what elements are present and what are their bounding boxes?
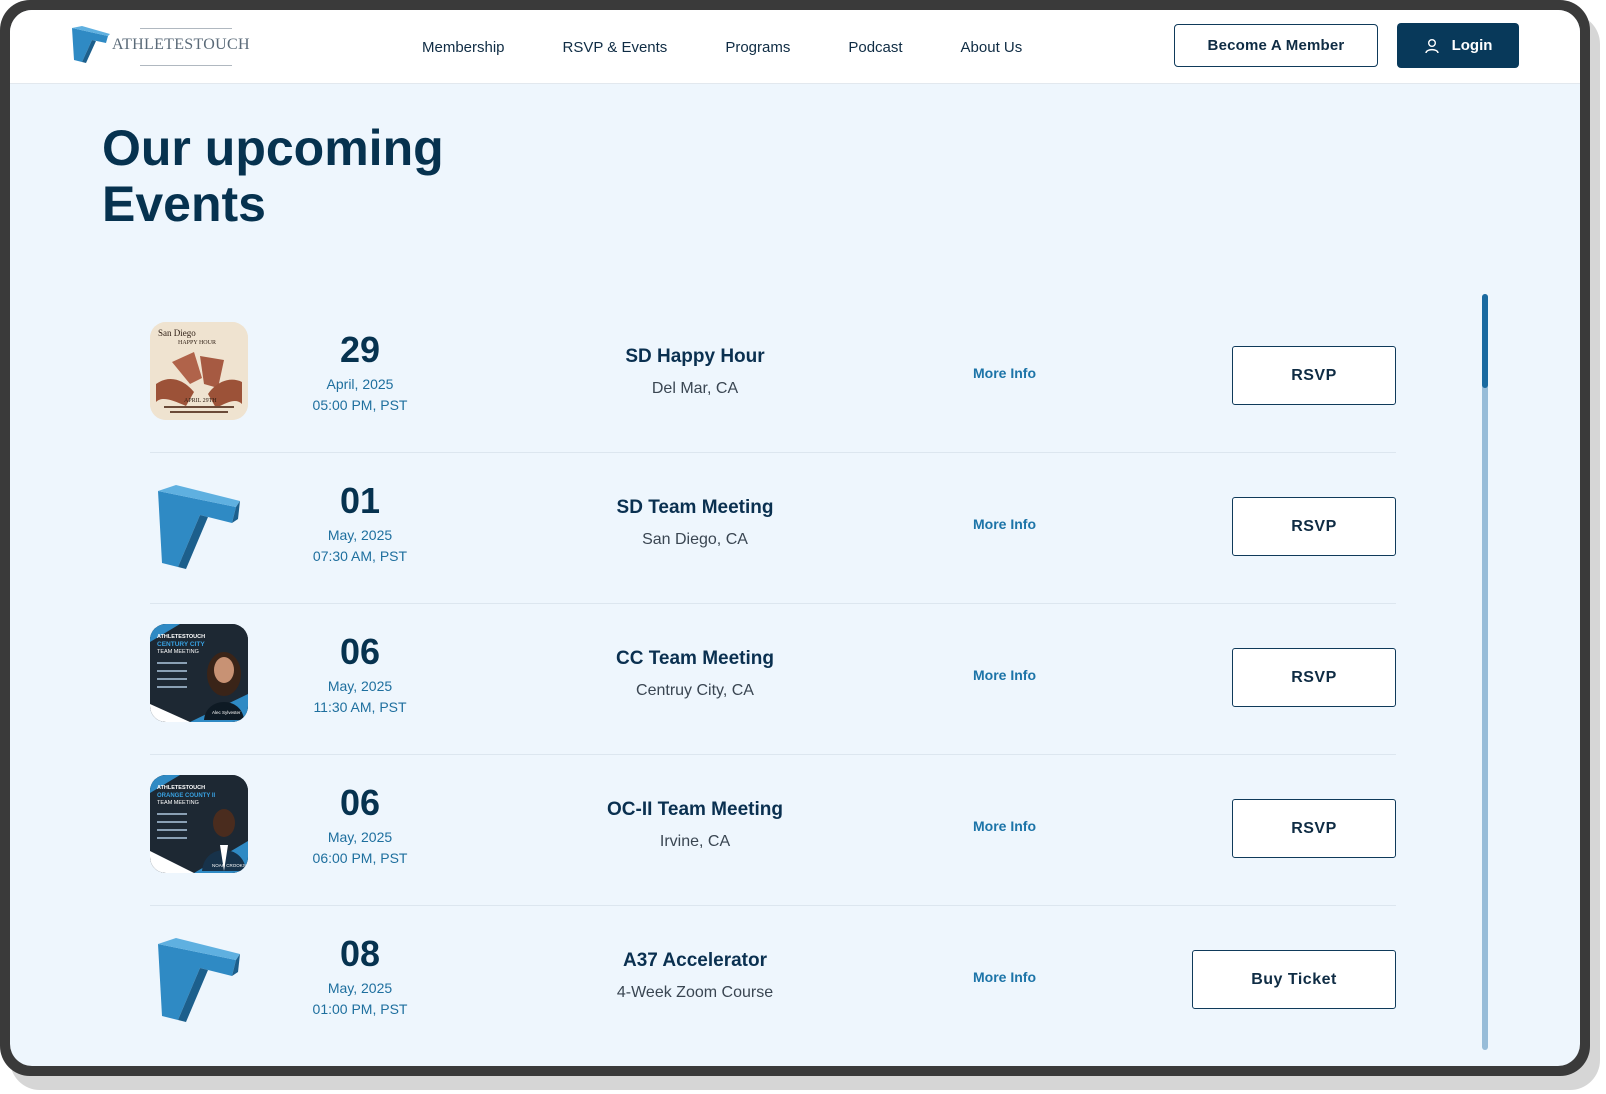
login-label: Login xyxy=(1451,37,1493,54)
event-time: 07:30 AM, PST xyxy=(312,548,408,564)
more-info-link[interactable]: More Info xyxy=(973,969,1036,985)
event-poster-image[interactable] xyxy=(150,473,248,571)
event-date: 29 April, 2025 05:00 PM, PST xyxy=(295,330,425,416)
event-info: SD Team Meeting San Diego, CA xyxy=(550,495,840,551)
event-info: CC Team Meeting Centruy City, CA xyxy=(550,646,840,702)
team-meeting-poster-icon: ATHLETESTOUCH ORANGE COUNTY II TEAM MEET… xyxy=(150,775,248,873)
event-location: Irvine, CA xyxy=(659,833,731,850)
event-title: OC-II Team Meeting xyxy=(607,799,783,820)
scrollbar-thumb[interactable] xyxy=(1482,294,1488,388)
event-row: 08 May, 2025 01:00 PM, PST A37 Accelerat… xyxy=(150,906,1396,1057)
page-title-line-2: Events xyxy=(102,176,266,232)
more-info-link[interactable]: More Info xyxy=(973,818,1036,834)
brand-logo[interactable]: AthletesTouch xyxy=(70,24,250,68)
event-day: 29 xyxy=(339,329,381,370)
user-icon xyxy=(1424,38,1439,53)
event-poster-image[interactable]: ATHLETESTOUCH ORANGE COUNTY II TEAM MEET… xyxy=(150,775,248,873)
poster-brand-text: ATHLETESTOUCH xyxy=(157,634,205,640)
event-day: 01 xyxy=(339,480,381,521)
more-info-link[interactable]: More Info xyxy=(973,516,1036,532)
event-row: ATHLETESTOUCH ORANGE COUNTY II TEAM MEET… xyxy=(150,755,1396,906)
event-date: 08 May, 2025 01:00 PM, PST xyxy=(295,934,425,1020)
rsvp-button[interactable]: RSVP xyxy=(1232,648,1396,707)
nav-programs[interactable]: Programs xyxy=(725,39,790,56)
rsvp-button[interactable]: RSVP xyxy=(1232,497,1396,556)
athletestouch-logo-icon xyxy=(158,938,240,1022)
become-member-button[interactable]: Become A Member xyxy=(1174,24,1378,67)
more-info-link[interactable]: More Info xyxy=(973,365,1036,381)
event-location: Del Mar, CA xyxy=(651,380,739,397)
page-title: Our upcoming Events xyxy=(102,120,622,232)
logo-rule-bottom xyxy=(140,65,232,66)
event-month: April, 2025 xyxy=(326,376,394,392)
poster-host-text: NOAH CROOKS xyxy=(212,863,246,868)
event-title: SD Happy Hour xyxy=(625,346,765,367)
athletestouch-logo-icon xyxy=(72,26,110,63)
more-info-link[interactable]: More Info xyxy=(973,667,1036,683)
poster-kind-text: TEAM MEETING xyxy=(157,800,199,806)
event-day: 06 xyxy=(339,782,381,823)
event-row: ATHLETESTOUCH CENTURY CITY TEAM MEETING … xyxy=(150,604,1396,755)
happy-hour-poster-icon: San Diego HAPPY HOUR APRIL 29TH xyxy=(150,322,248,420)
screen: AthletesTouch Membership RSVP & Events P… xyxy=(10,10,1580,1066)
event-month: May, 2025 xyxy=(327,829,393,845)
event-poster-image[interactable] xyxy=(150,926,248,1024)
event-title: CC Team Meeting xyxy=(615,648,774,669)
event-day: 06 xyxy=(339,631,381,672)
event-time: 11:30 AM, PST xyxy=(313,699,407,715)
event-time: 01:00 PM, PST xyxy=(312,1001,408,1017)
poster-date-text: APRIL 29TH xyxy=(184,398,217,404)
poster-region-text: ORANGE COUNTY II xyxy=(157,793,216,799)
rsvp-button[interactable]: RSVP xyxy=(1232,346,1396,405)
event-month: May, 2025 xyxy=(327,980,393,996)
team-meeting-poster-icon: ATHLETESTOUCH CENTURY CITY TEAM MEETING … xyxy=(150,624,248,722)
nav-podcast[interactable]: Podcast xyxy=(848,39,902,56)
athletestouch-logo-icon xyxy=(158,485,240,569)
event-info: SD Happy Hour Del Mar, CA xyxy=(550,344,840,400)
device-frame: AthletesTouch Membership RSVP & Events P… xyxy=(0,0,1590,1076)
nav-membership[interactable]: Membership xyxy=(422,39,505,56)
event-date: 06 May, 2025 11:30 AM, PST xyxy=(295,632,425,718)
poster-subtitle-text: HAPPY HOUR xyxy=(178,340,216,346)
event-time: 06:00 PM, PST xyxy=(312,850,408,866)
event-info: OC-II Team Meeting Irvine, CA xyxy=(550,797,840,853)
brand-name: AthletesTouch xyxy=(112,36,250,53)
event-time: 05:00 PM, PST xyxy=(312,397,408,413)
event-poster-image[interactable]: San Diego HAPPY HOUR APRIL 29TH xyxy=(150,322,248,420)
event-location: Centruy City, CA xyxy=(636,682,754,699)
poster-title-text: San Diego xyxy=(158,328,196,338)
nav-about-us[interactable]: About Us xyxy=(961,39,1023,56)
event-row: 01 May, 2025 07:30 AM, PST SD Team Meeti… xyxy=(150,453,1396,604)
event-month: May, 2025 xyxy=(327,527,393,543)
events-list: San Diego HAPPY HOUR APRIL 29TH 29 April… xyxy=(150,302,1396,1057)
buy-ticket-button[interactable]: Buy Ticket xyxy=(1192,950,1396,1009)
site-header: AthletesTouch Membership RSVP & Events P… xyxy=(10,10,1580,84)
event-date: 01 May, 2025 07:30 AM, PST xyxy=(295,481,425,567)
event-day: 08 xyxy=(339,933,381,974)
main-nav: Membership RSVP & Events Programs Podcas… xyxy=(422,10,1080,84)
poster-kind-text: TEAM MEETING xyxy=(157,649,199,655)
event-month: May, 2025 xyxy=(327,678,393,694)
event-row: San Diego HAPPY HOUR APRIL 29TH 29 April… xyxy=(150,302,1396,453)
page-title-line-1: Our upcoming xyxy=(102,120,444,176)
event-poster-image[interactable]: ATHLETESTOUCH CENTURY CITY TEAM MEETING … xyxy=(150,624,248,722)
rsvp-button[interactable]: RSVP xyxy=(1232,799,1396,858)
event-date: 06 May, 2025 06:00 PM, PST xyxy=(295,783,425,869)
event-title: A37 Accelerator xyxy=(623,950,767,971)
poster-region-text: CENTURY CITY xyxy=(157,641,205,648)
logo-rule-top xyxy=(140,28,232,29)
poster-brand-text: ATHLETESTOUCH xyxy=(157,785,205,791)
poster-host-text: Alec Sylvester xyxy=(212,710,241,715)
login-button[interactable]: Login xyxy=(1397,23,1519,68)
event-info: A37 Accelerator 4-Week Zoom Course xyxy=(550,948,840,1004)
events-scrollbar[interactable] xyxy=(1482,294,1488,1050)
nav-rsvp-events[interactable]: RSVP & Events xyxy=(563,39,668,56)
event-title: SD Team Meeting xyxy=(616,497,774,518)
event-location: San Diego, CA xyxy=(642,531,748,548)
event-location: 4-Week Zoom Course xyxy=(616,984,774,1001)
